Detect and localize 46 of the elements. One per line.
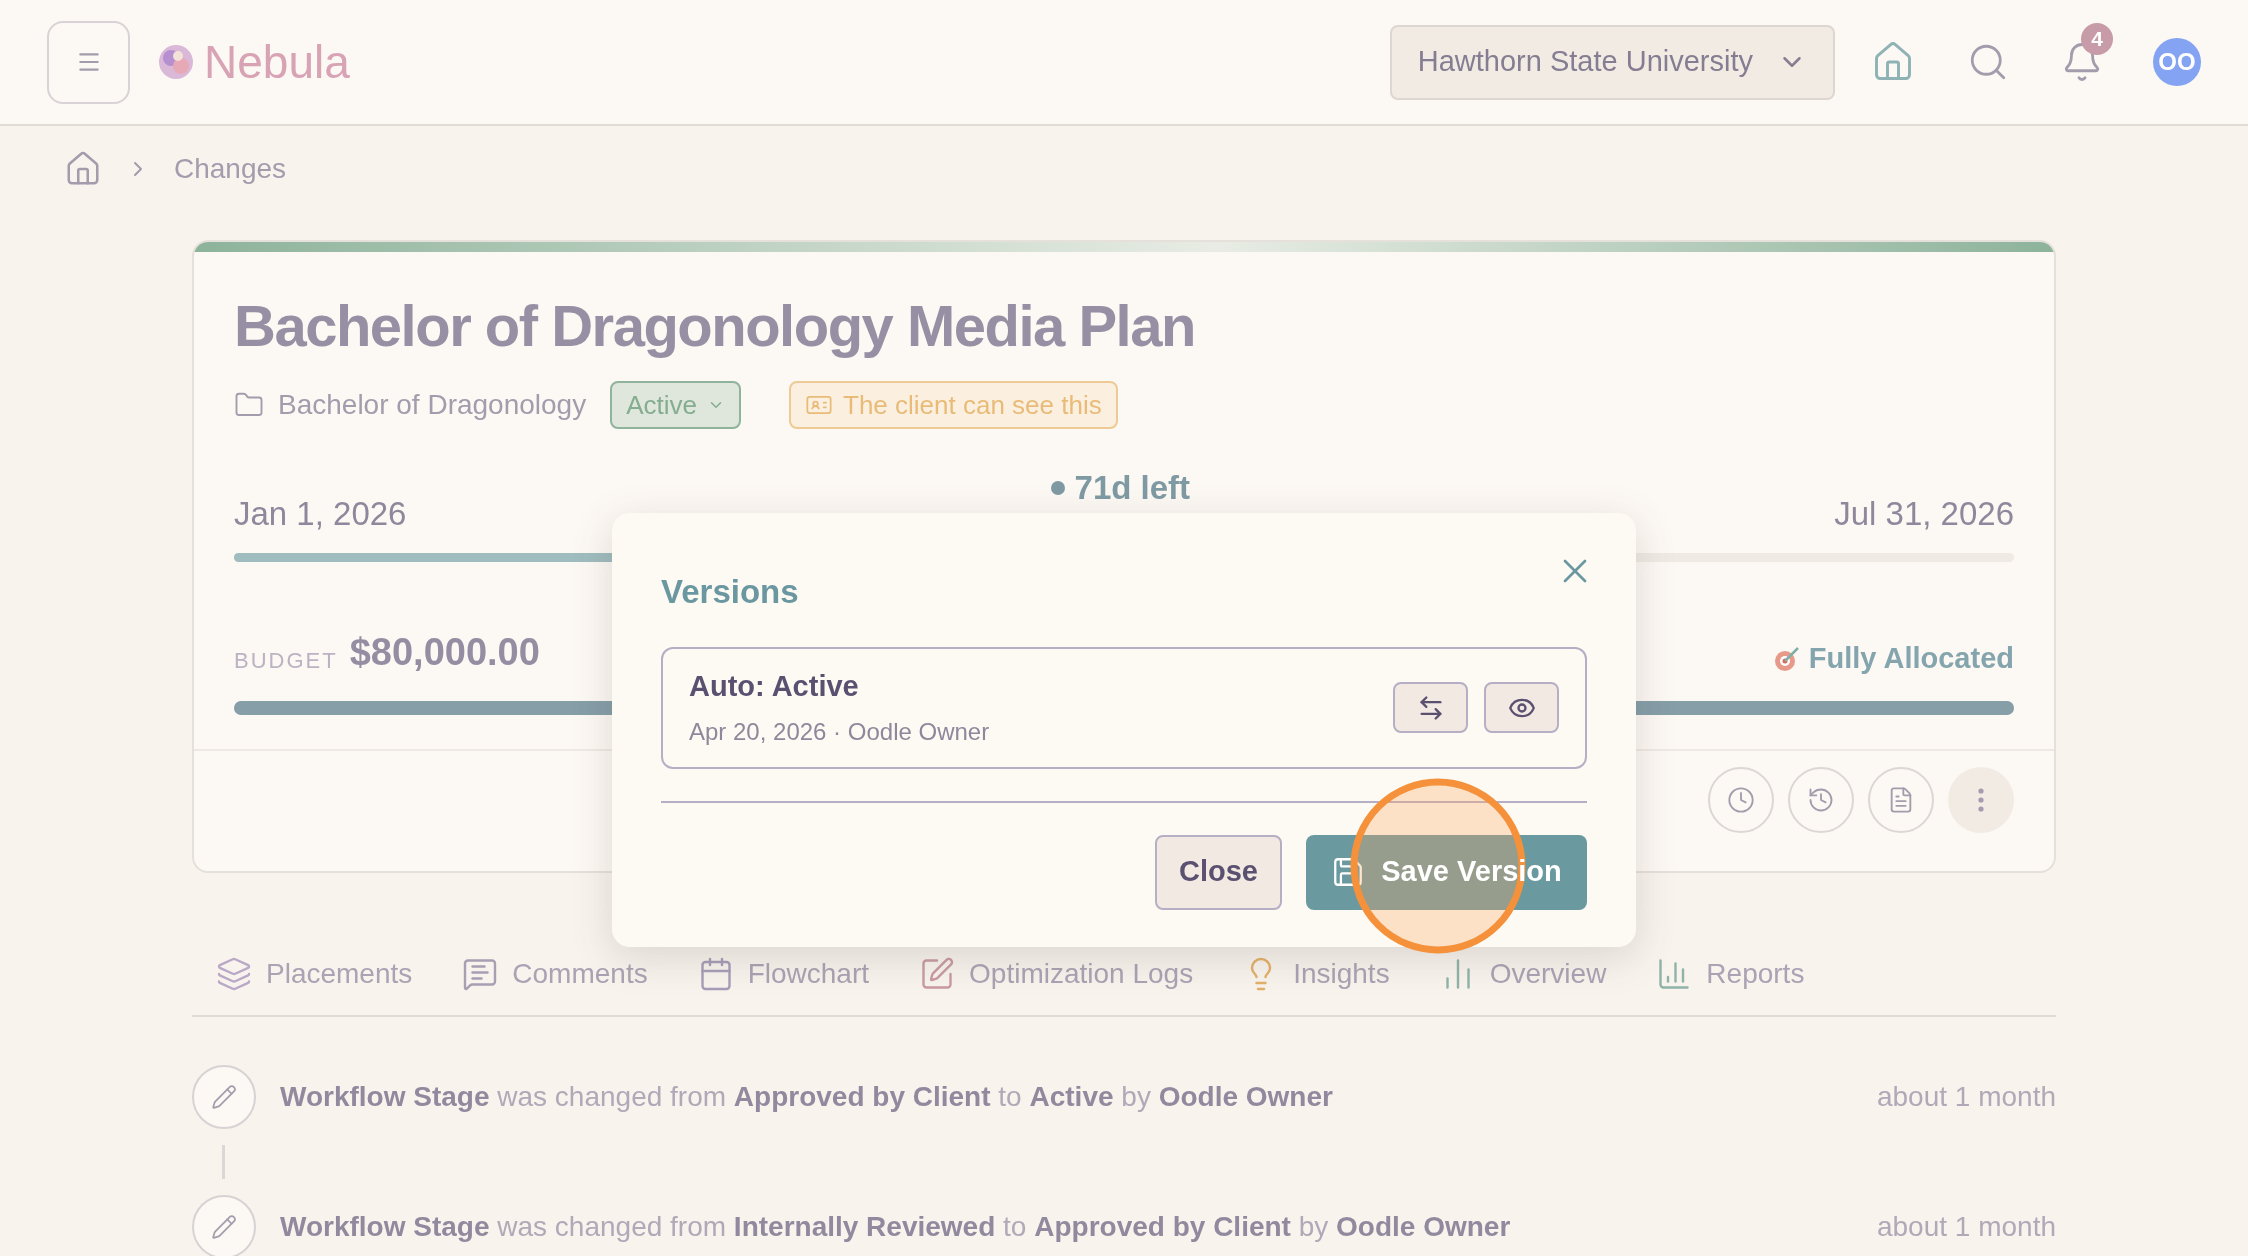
notification-badge: 4: [2081, 23, 2113, 55]
menu-button[interactable]: [47, 20, 130, 104]
compare-button[interactable]: [1393, 682, 1468, 733]
document-button[interactable]: [1868, 766, 1934, 833]
activity-time: about 1 month: [1876, 1080, 2056, 1114]
tab[interactable]: Placements: [216, 953, 413, 1011]
version-meta: Apr 20, 2026 · Oodle Owner: [689, 717, 990, 748]
tab[interactable]: Insights: [1243, 953, 1390, 1011]
user-avatar[interactable]: OO: [2153, 38, 2201, 86]
breadcrumb-link[interactable]: Changes: [174, 148, 287, 190]
allocation-status: Fully Allocated: [1808, 641, 2014, 676]
version-title: Auto: Active: [689, 668, 860, 704]
budget-label: BUDGET: [234, 646, 338, 675]
tab-icon: [919, 956, 956, 992]
clock-button[interactable]: [1708, 766, 1774, 833]
logo-icon: [156, 42, 196, 82]
pencil-icon: [211, 1084, 237, 1110]
budget-amount: $80,000.00: [349, 629, 540, 675]
tab-icon: [462, 956, 499, 992]
close-button[interactable]: Close: [1155, 834, 1282, 910]
organization-selector[interactable]: Hawthorn State University: [1389, 24, 1835, 100]
app-logo-text: Nebula: [204, 34, 350, 90]
status-dropdown[interactable]: Active: [610, 381, 741, 429]
dialog-title: Versions: [661, 572, 799, 612]
tab[interactable]: Comments: [462, 953, 648, 1011]
visibility-badge: The client can see this: [789, 381, 1118, 429]
tab[interactable]: Flowchart: [697, 953, 870, 1011]
time-left: 71d left: [1050, 463, 1191, 513]
tab-icon: [216, 956, 252, 992]
activity-text: Workflow Stage was changed from Approved by Client to Active by Oodle Owner: [280, 1080, 1333, 1114]
pencil-icon: [211, 1214, 237, 1240]
history-button[interactable]: [1788, 766, 1854, 833]
start-date: Jan 1, 2026: [234, 494, 407, 534]
tab[interactable]: Optimization Logs: [919, 953, 1194, 1011]
view-button[interactable]: [1484, 682, 1559, 733]
tab[interactable]: Overview: [1439, 953, 1607, 1011]
end-date: Jul 31, 2026: [1834, 494, 2014, 534]
clock-icon: [1727, 785, 1755, 814]
target-icon: [1772, 644, 1801, 673]
activity-time: about 1 month: [1876, 1210, 2056, 1244]
more-icon: [1978, 787, 1984, 812]
folder-name[interactable]: Bachelor of Dragonology: [278, 384, 587, 426]
plan-title: Bachelor of Dragonology Media Plan: [234, 292, 1196, 360]
activity-text: Workflow Stage was changed from Internally Reviewed to Approved by Client by Oodle Owner: [280, 1210, 1511, 1244]
tab[interactable]: Reports: [1656, 953, 1805, 1011]
home-icon[interactable]: [64, 150, 102, 188]
